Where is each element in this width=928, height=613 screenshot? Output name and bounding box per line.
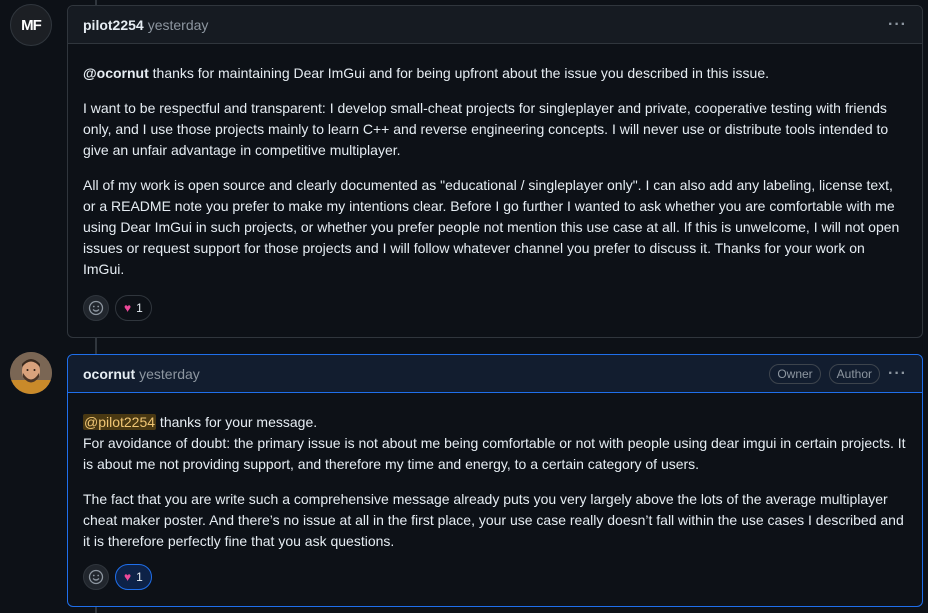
comment-paragraph: @pilot2254 thanks for your message. For a… (83, 414, 906, 472)
user-mention[interactable]: @ocornut (83, 65, 149, 81)
add-reaction-button[interactable] (83, 564, 109, 590)
user-mention[interactable]: @pilot2254 (83, 414, 157, 430)
kebab-horizontal-icon[interactable]: ··· (888, 16, 907, 34)
add-reaction-button[interactable] (83, 295, 109, 321)
comment-card: ocornut yesterday Owner Author ··· @pilo… (67, 354, 923, 607)
comment-timestamp[interactable]: yesterday (148, 17, 209, 33)
comment-body: @ocornut thanks for maintaining Dear ImG… (68, 44, 922, 280)
comment-card: pilot2254 yesterday ··· @ocornut thanks … (67, 5, 923, 338)
heart-reaction-button[interactable]: ♥ 1 (115, 295, 152, 321)
heart-icon: ♥ (124, 301, 132, 315)
comment-paragraph: All of my work is open source and clearl… (83, 177, 900, 277)
avatar[interactable] (10, 352, 52, 394)
comment-paragraph: I want to be respectful and transparent:… (83, 100, 889, 158)
comment-author[interactable]: ocornut (83, 366, 135, 382)
kebab-horizontal-icon[interactable]: ··· (888, 365, 907, 383)
comment-header: ocornut yesterday Owner Author ··· (68, 355, 922, 393)
avatar[interactable]: MF (10, 4, 52, 46)
reactions-bar: ♥ 1 (68, 295, 167, 321)
comment-header: pilot2254 yesterday ··· (68, 6, 922, 44)
avatar-initials: MF (21, 16, 42, 34)
heart-icon: ♥ (124, 570, 132, 584)
reaction-count: 1 (136, 570, 143, 584)
comment-paragraph: @ocornut thanks for maintaining Dear ImG… (83, 65, 770, 81)
comment-paragraph: The fact that you are write such a compr… (83, 491, 904, 549)
smiley-icon (88, 300, 104, 316)
smiley-icon (88, 569, 104, 585)
avatar-photo (10, 352, 52, 394)
comment-author[interactable]: pilot2254 (83, 17, 144, 33)
reaction-count: 1 (136, 301, 143, 315)
comment-timestamp[interactable]: yesterday (139, 366, 200, 382)
heart-reaction-button[interactable]: ♥ 1 (115, 564, 152, 590)
author-badge: Author (828, 363, 881, 384)
comment-body: @pilot2254 thanks for your message. For a… (68, 393, 922, 552)
reactions-bar: ♥ 1 (68, 564, 167, 590)
owner-badge: Owner (769, 363, 821, 384)
